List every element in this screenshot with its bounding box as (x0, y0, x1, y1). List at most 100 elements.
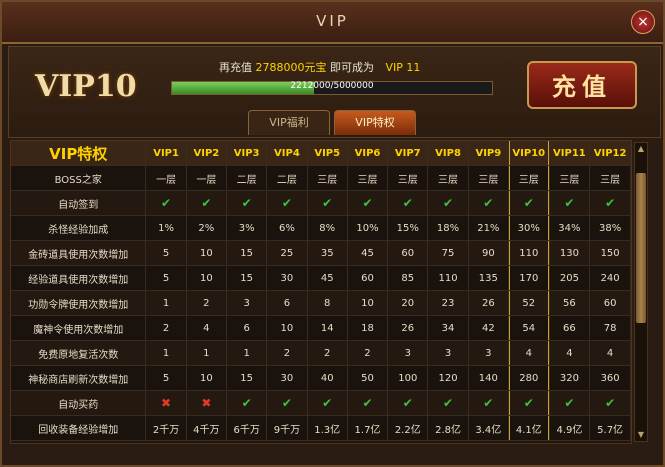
vip-progress-bar: 2212000/5000000 (171, 81, 493, 95)
tab-vip-welfare[interactable]: VIP福利 (248, 110, 330, 135)
table-cell: 66 (563, 322, 576, 334)
check-icon: ✔ (241, 396, 252, 410)
scroll-down-icon[interactable]: ▼ (636, 430, 646, 440)
table-row: 杀怪经验加成 1% 2% 3% 6% 8% 10% 15% 18% 21% 30% 34% 38% (11, 215, 631, 241)
table-cell: 10 (199, 272, 213, 284)
table-cell: 90 (481, 247, 495, 259)
vip-level-badge: VIP10 (35, 69, 137, 104)
table-row: 回收装备经验增加 2千万 4千万 6千万 9千万 1.3亿 1.7亿 2.2亿 2.8亿 3.4亿… (11, 415, 631, 441)
table-cell: 5 (162, 372, 170, 384)
table-cell: 一层 (196, 174, 217, 186)
table-cell: 18 (361, 322, 374, 334)
column-header-vip5: VIP5 (307, 141, 348, 166)
table-cell: 15 (240, 272, 253, 284)
check-icon: ✔ (362, 196, 373, 210)
table-cell: 10% (356, 222, 379, 234)
table-cell: 9千万 (273, 424, 301, 436)
scroll-up-icon[interactable]: ▲ (636, 144, 646, 154)
table-cell: 56 (563, 297, 576, 309)
vip-window: VIP × VIP10 再充值 2788000元宝 即可成为 VIP 11 22… (0, 0, 665, 467)
column-header-vip11: VIP11 (549, 141, 591, 166)
table-cell: 2.8亿 (435, 424, 461, 436)
table-cell: 2 (283, 347, 291, 359)
table-cell: 三层 (438, 174, 459, 186)
table-cell: 6% (278, 222, 295, 234)
table-cell: 60 (361, 272, 374, 284)
table-cell: 110 (519, 247, 539, 259)
table-cell: 42 (481, 322, 495, 334)
check-icon: ✔ (241, 196, 252, 210)
table-cell: 4千万 (193, 424, 220, 436)
table-row: 自动买药 ✖ ✖ ✔ ✔ ✔ ✔ ✔ ✔ ✔ ✔ ✔ ✔ (11, 390, 631, 416)
next-vip-label: VIP 11 (385, 61, 421, 74)
check-icon: ✔ (281, 196, 292, 210)
check-icon: ✔ (483, 396, 494, 410)
title-bar: VIP × (2, 2, 663, 44)
check-icon: ✔ (201, 196, 212, 210)
table-cell: 2千万 (152, 424, 180, 436)
table-cell: 130 (559, 247, 579, 259)
row-label: 神秘商店刷新次数增加 (11, 365, 147, 391)
recharge-button[interactable]: 充值 (527, 61, 637, 109)
table-row: 金砖道具使用次数增加 5 10 15 25 35 45 60 75 90 110 130 150 (11, 240, 631, 266)
row-label: 功勋令牌使用次数增加 (11, 290, 147, 316)
check-icon: ✔ (322, 196, 333, 210)
row-label: 回收装备经验增加 (11, 415, 147, 441)
table-cell: 135 (478, 272, 498, 284)
tab-vip-privileges[interactable]: VIP特权 (334, 110, 416, 135)
table-cell: 二层 (236, 174, 257, 186)
check-icon: ✔ (402, 196, 413, 210)
table-cell: 1 (162, 347, 170, 359)
table-cell: 3% (238, 222, 255, 234)
table-cell: 3 (243, 297, 250, 309)
scrollbar[interactable]: ▲ ▼ (634, 142, 648, 442)
table-row: 魔神令使用次数增加 2 4 6 10 14 18 26 34 42 54 66 78 (11, 315, 631, 341)
row-label: 金砖道具使用次数增加 (11, 240, 147, 266)
table-cell: 3.4亿 (475, 424, 502, 436)
table-cell: 25 (280, 247, 294, 259)
table-cell: 3 (444, 347, 452, 359)
column-header-vip7: VIP7 (387, 141, 429, 166)
row-label: 杀怪经验加成 (11, 215, 147, 241)
table-cell: 14 (320, 322, 334, 334)
table-cell: 15 (240, 247, 253, 259)
privilege-table: VIP特权 VIP1 VIP2 VIP3 VIP4 VIP5 VIP6 VIP7 VIP8 VI… (11, 141, 631, 441)
check-icon: ✔ (523, 196, 534, 210)
table-cell: 40 (320, 372, 334, 384)
row-label: 免费原地复活次数 (11, 340, 147, 366)
table-cell: 一层 (156, 174, 177, 186)
table-cell: 85 (401, 272, 415, 284)
table-cell: 三层 (518, 174, 539, 186)
check-icon: ✔ (443, 396, 454, 410)
table-cell: 6 (283, 297, 291, 309)
table-cell: 三层 (600, 174, 621, 186)
table-cell: 4 (606, 347, 614, 359)
table-cell: 1.7亿 (354, 424, 381, 436)
table-cell: 35 (320, 247, 334, 259)
close-icon[interactable]: × (631, 10, 655, 34)
privilege-table-wrapper: VIP特权 VIP1 VIP2 VIP3 VIP4 VIP5 VIP6 VIP7 VIP8 VI… (10, 140, 632, 444)
table-cell: 三层 (397, 174, 418, 186)
table-cell: 三层 (357, 174, 378, 186)
scrollbar-thumb[interactable] (636, 173, 646, 323)
table-cell: 4.1亿 (515, 424, 542, 436)
check-icon: ✔ (523, 396, 534, 410)
table-cell: 30% (517, 222, 540, 234)
column-header-vip4: VIP4 (266, 141, 308, 166)
table-cell: 240 (600, 272, 620, 284)
column-header-vip2: VIP2 (186, 141, 228, 166)
column-header-vip10: VIP10 (508, 141, 550, 166)
table-cell: 205 (559, 272, 579, 284)
table-cell: 60 (401, 247, 415, 259)
table-cell: 1.3亿 (314, 424, 341, 436)
row-label: 魔神令使用次数增加 (11, 315, 147, 341)
check-icon: ✔ (564, 196, 575, 210)
table-cell: 2% (198, 222, 215, 234)
table-cell: 52 (522, 297, 536, 309)
column-header-vip6: VIP6 (347, 141, 389, 166)
table-cell: 15% (396, 222, 419, 234)
check-icon: ✔ (161, 196, 172, 210)
table-cell: 20 (401, 297, 415, 309)
table-cell: 1% (158, 222, 175, 234)
cross-icon: ✖ (161, 396, 172, 410)
